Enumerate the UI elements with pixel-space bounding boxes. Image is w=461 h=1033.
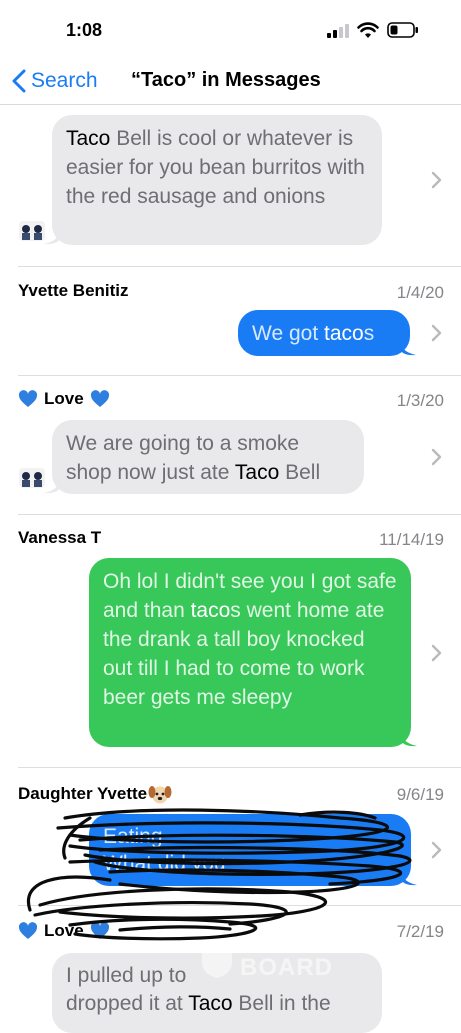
message-bubble: Oh lol I didn't see you I got safe and t…: [89, 558, 411, 747]
highlighted-text: Taco: [188, 992, 233, 1015]
message-bubble: Eating What did you: [89, 814, 411, 886]
blue-heart-icon: [90, 390, 109, 407]
watermark: BOARD: [198, 940, 378, 982]
chevron-right-icon: [431, 448, 442, 466]
chevron-right-icon: [431, 171, 442, 189]
battery-icon: [387, 22, 418, 38]
message-text: Bell: [279, 461, 321, 484]
cellular-signal-icon: [327, 24, 349, 38]
separator: [18, 905, 461, 906]
bubble-tail: [400, 342, 416, 356]
message-text: I pulled up to: [66, 964, 187, 987]
wifi-icon: [357, 22, 379, 38]
back-label: Search: [31, 69, 98, 92]
message-bubble: We are going to a smoke shop now just at…: [52, 420, 364, 494]
navigation-bar: Search “Taco” in Messages: [0, 62, 461, 105]
separator: [18, 375, 461, 376]
highlighted-text: taco: [190, 599, 231, 622]
highlighted-text: Taco: [234, 461, 280, 484]
highlighted-text: taco: [323, 322, 364, 345]
message-date: 9/6/19: [396, 785, 444, 804]
message-bubble: Taco Bell is cool or whatever is easier …: [52, 115, 382, 245]
shield-logo-icon: [202, 944, 232, 978]
status-bar: 1:08: [0, 0, 461, 62]
sender-name: Daughter Yvette: [18, 783, 172, 805]
avatar: [19, 221, 45, 241]
chevron-right-icon: [431, 324, 442, 342]
separator: [18, 266, 461, 267]
message-bubble: We got tacos: [238, 310, 410, 356]
message-text: s: [363, 322, 375, 345]
separator: [18, 514, 461, 515]
sender-name: Vanessa T: [18, 528, 102, 547]
message-text: Bell is cool or whatever is easier for y…: [66, 127, 365, 208]
sender-name: Yvette Benitiz: [18, 281, 129, 300]
message-date: 7/2/19: [396, 922, 444, 941]
bubble-tail: [401, 733, 417, 747]
back-button[interactable]: Search: [12, 65, 98, 97]
message-date: 11/14/19: [379, 530, 444, 549]
page-title: “Taco” in Messages: [131, 69, 321, 91]
chevron-right-icon: [431, 841, 442, 859]
status-time: 1:08: [66, 20, 103, 40]
bubble-tail: [44, 480, 60, 494]
message-date: 1/4/20: [396, 283, 444, 302]
message-text: Eating: [103, 825, 163, 848]
separator: [18, 767, 461, 768]
sender-name: Love: [18, 921, 116, 941]
dog-face-icon: [148, 786, 172, 804]
message-text: Bell in the: [232, 992, 331, 1015]
message-date: 1/3/20: [396, 391, 444, 410]
blue-heart-icon: [18, 922, 38, 939]
chevron-left-icon: [12, 69, 26, 93]
avatar: [19, 468, 45, 488]
message-text: dropped it at: [66, 992, 189, 1015]
sender-name: Love: [18, 389, 116, 409]
bubble-tail: [44, 231, 60, 245]
blue-heart-icon: [90, 922, 109, 939]
message-text: What did you: [103, 852, 226, 875]
highlighted-text: Taco: [66, 127, 111, 150]
blue-heart-icon: [18, 390, 38, 407]
bubble-tail: [401, 872, 417, 886]
chevron-right-icon: [431, 644, 442, 662]
watermark-text: BOARD: [240, 954, 333, 981]
message-text: We got: [252, 322, 324, 345]
